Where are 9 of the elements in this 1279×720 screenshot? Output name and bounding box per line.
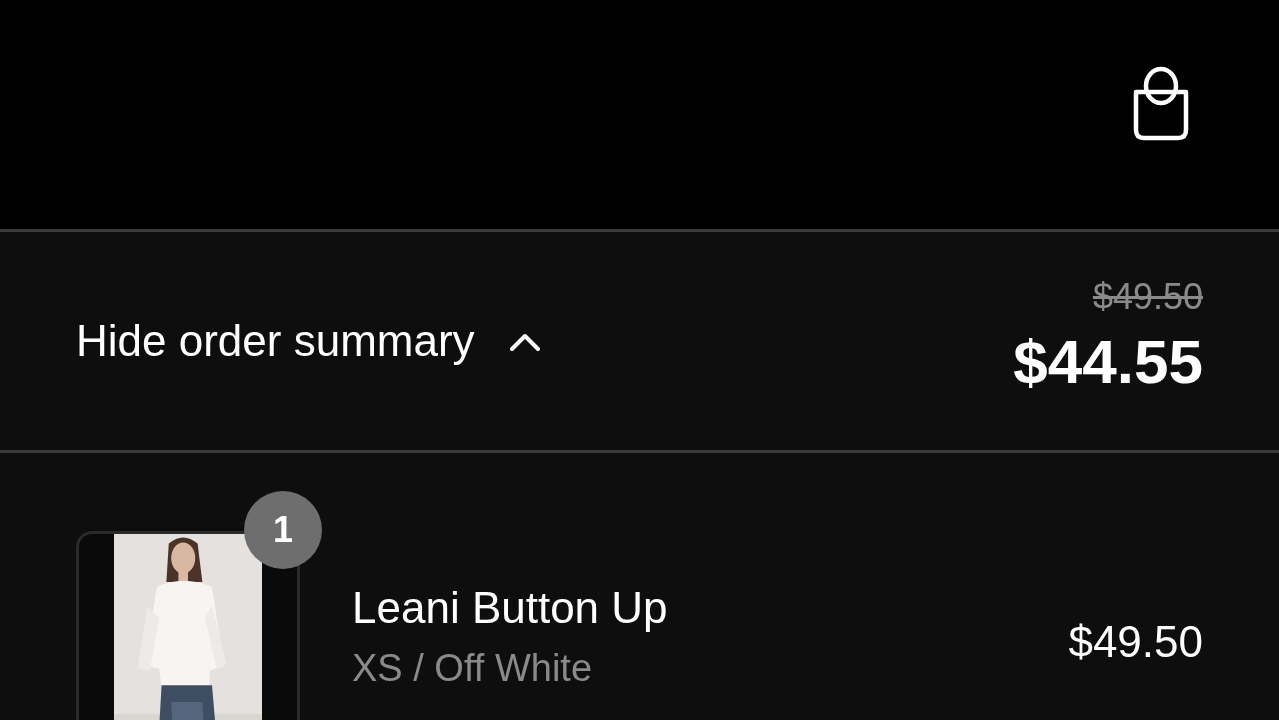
product-name: Leani Button Up [352, 583, 668, 633]
order-summary-toggle[interactable]: Hide order summary [76, 316, 541, 366]
shopping-bag-icon[interactable] [1131, 66, 1191, 142]
quantity-badge: 1 [244, 491, 322, 569]
product-price: $49.50 [1068, 617, 1203, 667]
original-total: $49.50 [1092, 275, 1203, 318]
chevron-icon [508, 332, 541, 352]
product-variant: XS / Off White [352, 647, 594, 690]
order-total: $44.55 [1013, 325, 1203, 397]
